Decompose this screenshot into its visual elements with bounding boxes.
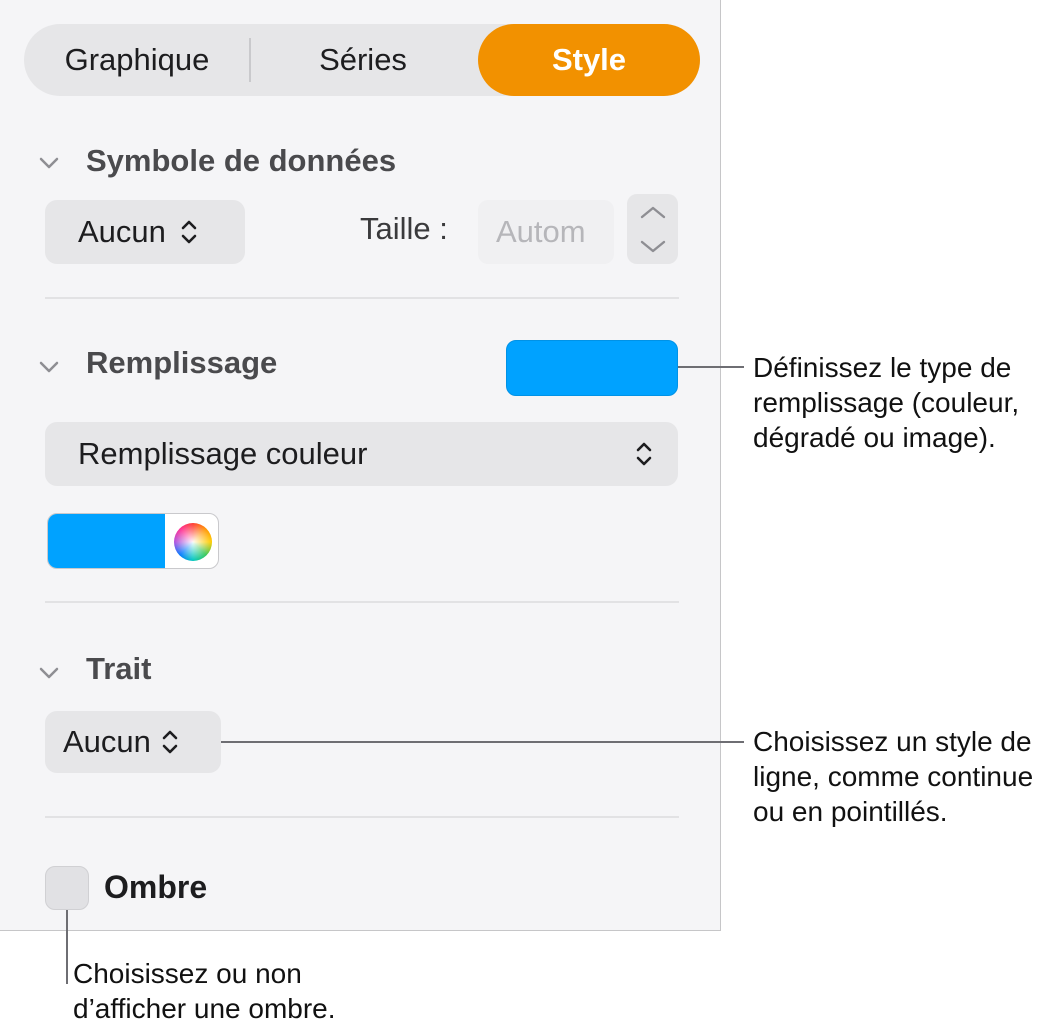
callout-stroke-line: ou en pointillés.: [753, 796, 948, 827]
section-divider: [45, 601, 679, 603]
section-divider: [45, 297, 679, 299]
fill-color-swatch[interactable]: [506, 340, 678, 396]
data-symbol-title: Symbole de données: [86, 143, 397, 178]
callout-stroke-line: Choisissez un style de: [753, 726, 1032, 757]
size-stepper[interactable]: [627, 194, 678, 264]
up-down-arrows-icon: [161, 728, 179, 756]
callout-stroke: Choisissez un style de ligne, comme cont…: [753, 724, 1033, 829]
data-symbol-value: Aucun: [78, 214, 166, 249]
tab-chart[interactable]: Graphique: [24, 24, 250, 96]
callout-line-shadow: [66, 910, 68, 984]
callout-fill-line: dégradé ou image).: [753, 422, 996, 453]
shadow-checkbox[interactable]: [45, 866, 89, 910]
section-divider: [45, 816, 679, 818]
disclosure-chevron-icon[interactable]: [38, 360, 60, 374]
stroke-style-value: Aucun: [63, 724, 151, 759]
size-field[interactable]: Autom: [478, 200, 614, 264]
tab-style[interactable]: Style: [478, 24, 700, 96]
disclosure-chevron-icon[interactable]: [38, 666, 60, 680]
callout-line-fill: [678, 366, 744, 368]
up-down-arrows-icon: [180, 218, 198, 246]
color-chip[interactable]: [48, 514, 165, 568]
disclosure-chevron-icon[interactable]: [38, 156, 60, 170]
stepper-up-icon[interactable]: [627, 194, 678, 229]
tab-series[interactable]: Séries: [250, 24, 476, 96]
color-well[interactable]: [47, 513, 219, 569]
callout-fill-line: remplissage (couleur,: [753, 387, 1020, 418]
color-wheel-button[interactable]: [165, 514, 218, 568]
callout-line-stroke: [221, 741, 744, 743]
callout-shadow: Choisissez ou non d’afficher une ombre.: [73, 956, 336, 1026]
data-symbol-popup[interactable]: Aucun: [45, 200, 245, 264]
callout-shadow-line: d’afficher une ombre.: [73, 993, 336, 1024]
callout-fill-line: Définissez le type de: [753, 352, 1012, 383]
up-down-arrows-icon: [635, 440, 653, 468]
callout-shadow-line: Choisissez ou non: [73, 958, 302, 989]
stroke-title: Trait: [86, 651, 152, 686]
format-sidebar: Graphique Séries Style Symbole de donnée…: [0, 0, 721, 931]
fill-title: Remplissage: [86, 345, 278, 380]
inspector-tab-bar: Graphique Séries Style: [24, 24, 700, 96]
size-label: Taille :: [360, 211, 448, 246]
stroke-style-popup[interactable]: Aucun: [45, 711, 221, 773]
color-wheel-icon: [173, 523, 212, 561]
callout-fill: Définissez le type de remplissage (coule…: [753, 350, 1019, 455]
callout-stroke-line: ligne, comme continue: [753, 761, 1034, 792]
fill-type-popup[interactable]: Remplissage couleur: [45, 422, 678, 486]
stepper-down-icon[interactable]: [627, 229, 678, 264]
shadow-label: Ombre: [104, 869, 208, 905]
fill-type-value: Remplissage couleur: [78, 436, 368, 471]
